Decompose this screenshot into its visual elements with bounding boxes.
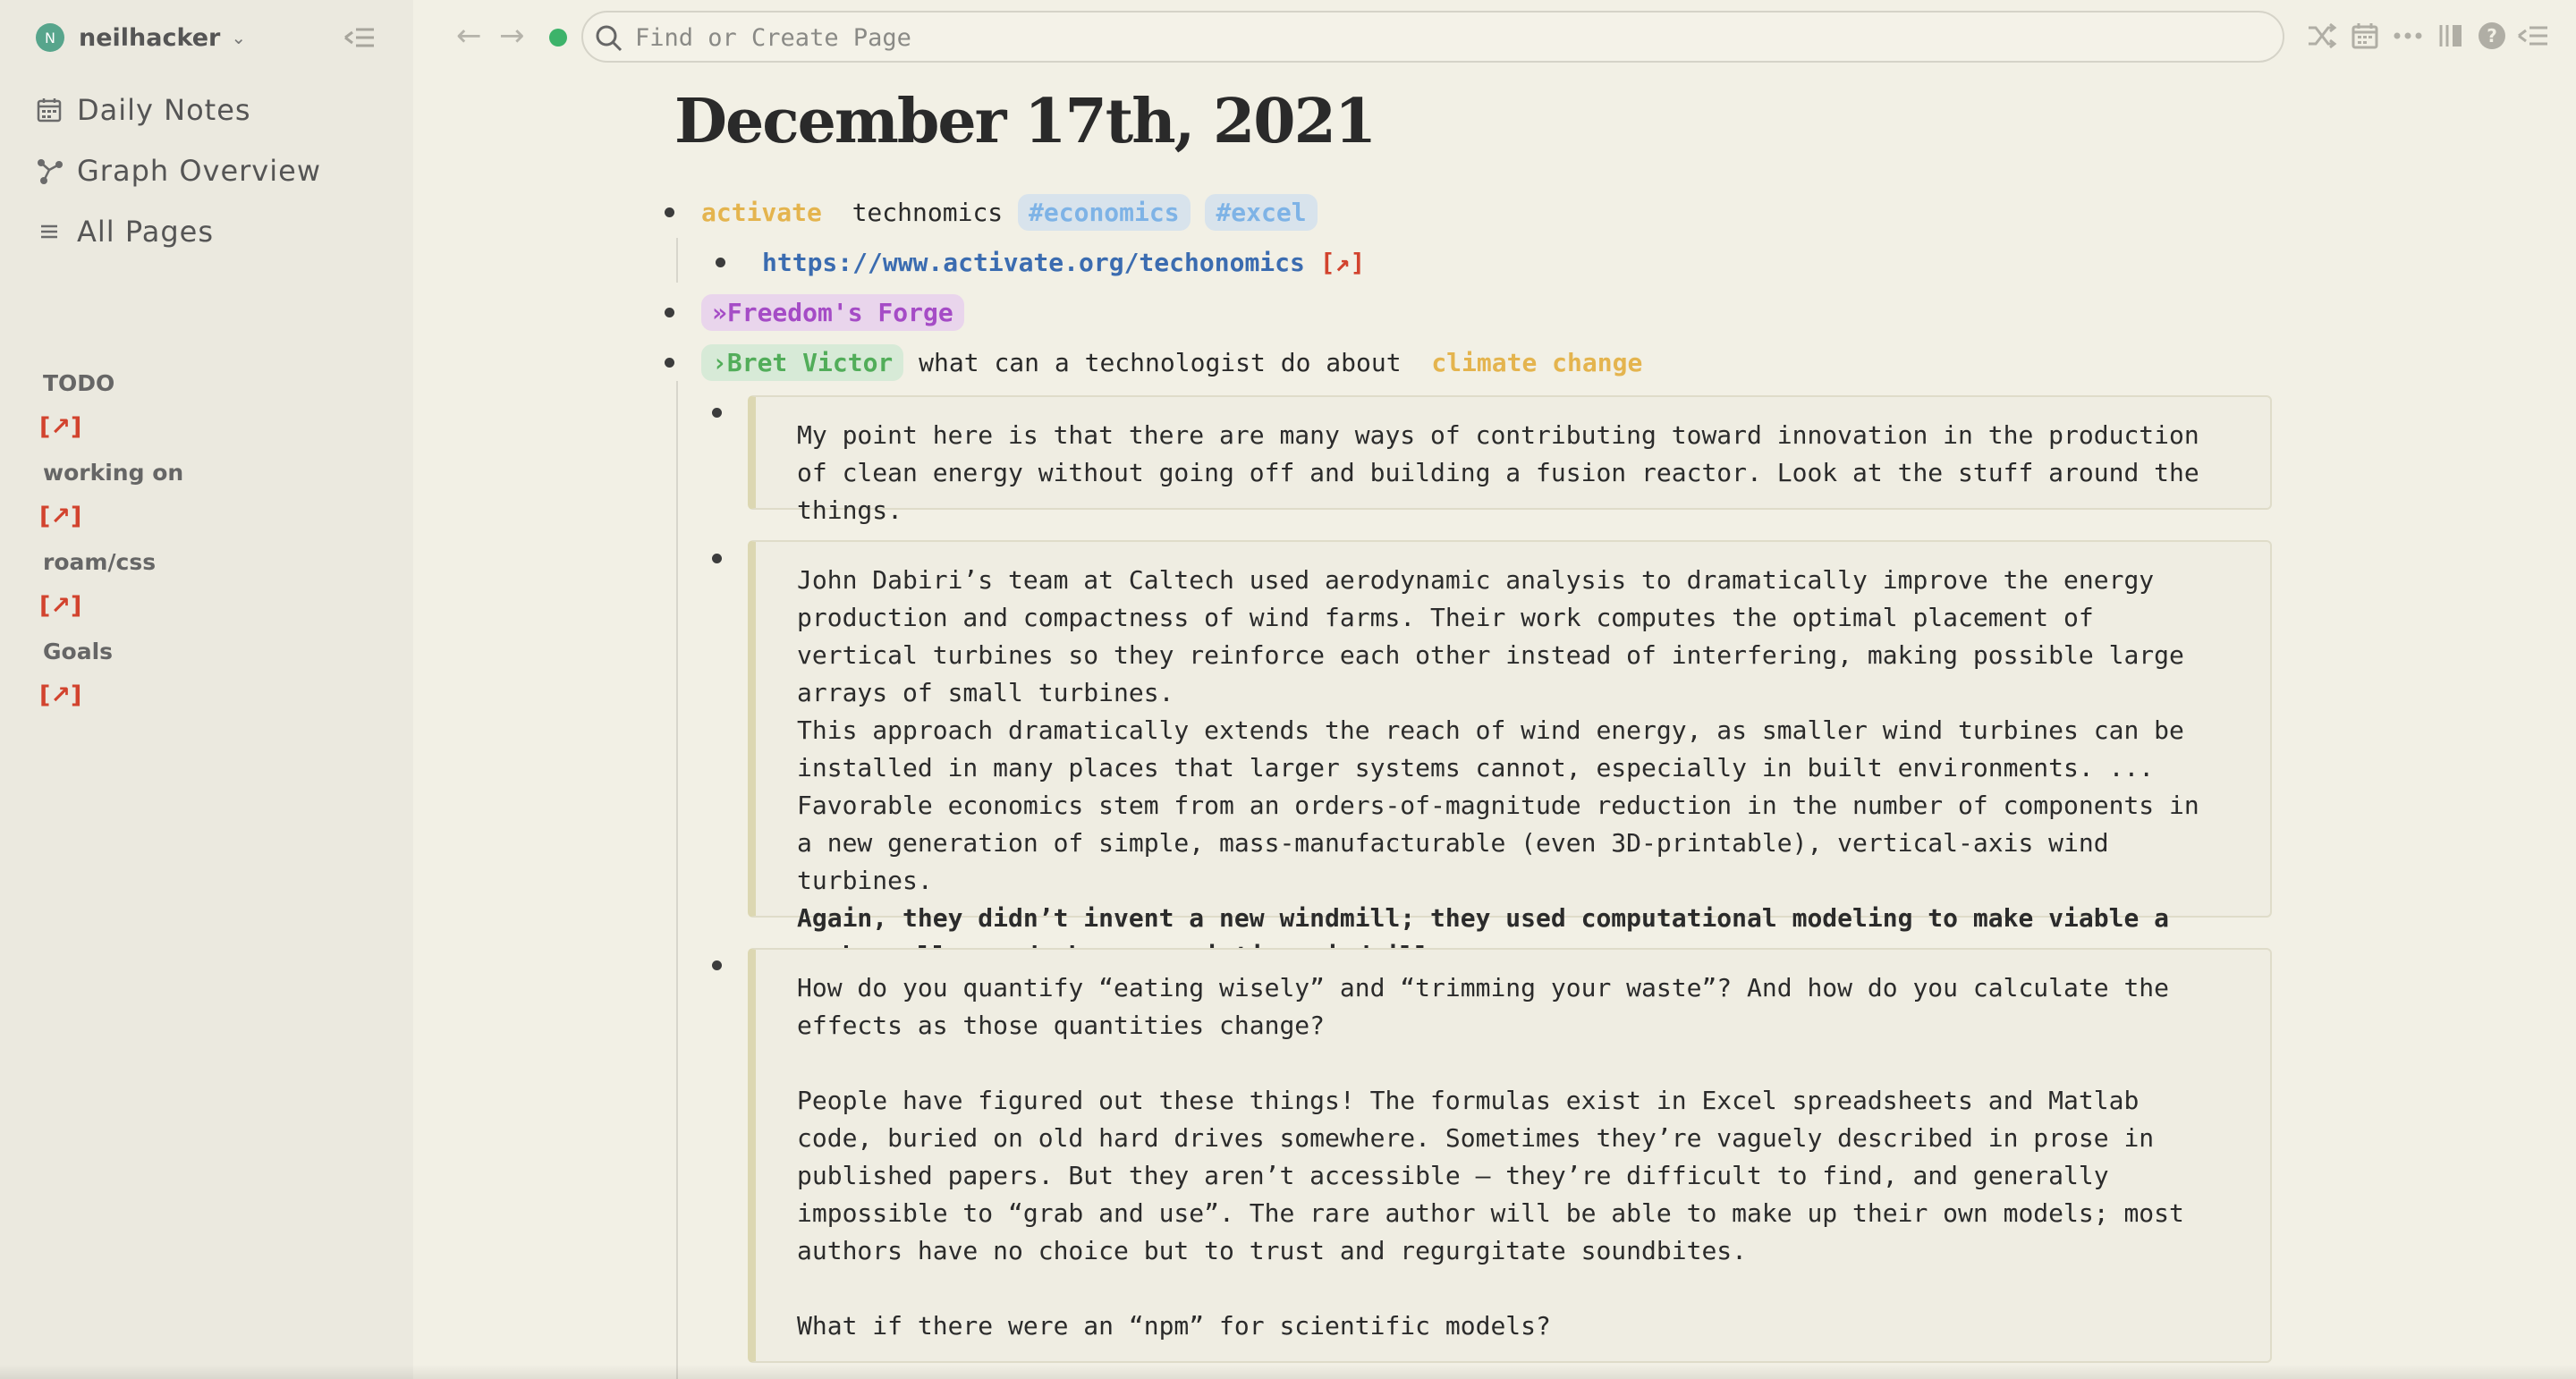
sidebar-item-label: Graph Overview <box>77 154 321 188</box>
shortcut-todo[interactable]: TODO <box>43 370 114 396</box>
tag-excel[interactable]: #excel <box>1205 194 1318 231</box>
shuffle-icon[interactable] <box>2306 20 2338 52</box>
external-url-link[interactable]: https://www.activate.org/techonomics <box>762 248 1305 277</box>
block-bullet[interactable] <box>665 308 674 317</box>
more-options-icon[interactable] <box>2392 20 2424 52</box>
block-1-child[interactable]: https://www.activate.org/techonomics [↗] <box>762 245 1365 281</box>
help-icon[interactable]: ? <box>2476 20 2508 52</box>
toggle-right-sidebar-icon[interactable] <box>2517 20 2549 52</box>
tag-economics[interactable]: #economics <box>1018 194 1191 231</box>
sidebar-item-daily-notes[interactable]: Daily Notes <box>36 89 251 131</box>
forward-arrow-icon[interactable]: → <box>499 18 525 54</box>
quote-text: What if there were an “npm” for scientif… <box>797 1311 1551 1341</box>
calendar-icon <box>36 97 63 123</box>
calendar-icon[interactable] <box>2349 20 2381 52</box>
shortcut-goals-link[interactable]: [↗] <box>39 681 81 709</box>
block-text: technomics <box>852 198 1004 227</box>
shortcut-roam-css-link[interactable]: [↗] <box>39 592 81 620</box>
block-bullet[interactable] <box>712 554 722 563</box>
blockquote-1[interactable]: My point here is that there are many way… <box>748 395 2272 525</box>
shortcut-goals[interactable]: Goals <box>43 639 113 664</box>
block-bullet[interactable] <box>665 207 674 217</box>
block-1[interactable]: activate technomics #economics #excel <box>701 194 1318 231</box>
tag-climate-change[interactable]: climate change <box>1431 348 1642 377</box>
sidebar-item-label: All Pages <box>77 215 214 249</box>
sidebar-item-all-pages[interactable]: All Pages <box>36 211 214 252</box>
sync-status-dot <box>549 29 567 47</box>
sidebar-item-label: Daily Notes <box>77 93 251 127</box>
page-title[interactable]: December 17th, 2021 <box>674 86 1377 157</box>
window-bottom-edge <box>0 1365 2576 1379</box>
quote-text: People have figured out these things! Th… <box>797 1086 2184 1265</box>
quote-text: This approach dramatically extends the r… <box>797 715 2199 895</box>
shortcut-roam-css[interactable]: roam/css <box>43 549 156 575</box>
block-text: what can a technologist do about <box>919 348 1402 377</box>
tag-activate[interactable]: activate <box>701 198 822 227</box>
search-bar[interactable] <box>581 11 2284 63</box>
search-input[interactable] <box>633 13 2247 63</box>
block-thread-line <box>676 238 678 283</box>
graph-switcher[interactable]: N neilhacker ⌄ <box>36 20 246 55</box>
chevron-down-icon: ⌄ <box>231 27 247 48</box>
block-2[interactable]: »Freedom's Forge <box>701 294 964 331</box>
shortcut-working-on-link[interactable]: [↗] <box>39 503 81 530</box>
block-bullet[interactable] <box>712 408 722 418</box>
collapse-sidebar-icon[interactable] <box>342 21 377 54</box>
block-bullet[interactable] <box>716 258 725 267</box>
shortcut-todo-link[interactable]: [↗] <box>39 413 81 441</box>
page-ref-freedoms-forge[interactable]: »Freedom's Forge <box>701 294 964 331</box>
blockquote-2[interactable]: John Dabiri’s team at Caltech used aerod… <box>748 540 2272 970</box>
block-bullet[interactable] <box>665 358 674 368</box>
search-icon <box>594 23 624 54</box>
shortcut-working-on[interactable]: working on <box>43 460 183 486</box>
blockquote-3[interactable]: How do you quantify “eating wisely” and … <box>748 948 2272 1363</box>
graph-name: neilhacker <box>79 23 221 52</box>
list-icon <box>36 218 63 245</box>
quote-text: John Dabiri’s team at Caltech used aerod… <box>797 565 2184 707</box>
svg-text:?: ? <box>2487 25 2497 47</box>
back-arrow-icon[interactable]: ← <box>456 18 482 54</box>
quote-text: My point here is that there are many way… <box>797 420 2199 525</box>
left-sidebar: N neilhacker ⌄ Daily Notes Graph Overvie… <box>0 0 413 1379</box>
page-ref-bret-victor[interactable]: ›Bret Victor <box>701 344 904 381</box>
right-sidebar-icon[interactable] <box>2435 20 2467 52</box>
sidebar-item-graph-overview[interactable]: Graph Overview <box>36 150 321 191</box>
graph-icon <box>36 157 63 184</box>
block-thread-line <box>676 381 678 1379</box>
external-link-icon[interactable]: [↗] <box>1320 248 1366 277</box>
block-3[interactable]: ›Bret Victor what can a technologist do … <box>701 344 1642 381</box>
graph-avatar: N <box>36 23 64 52</box>
block-bullet[interactable] <box>712 960 722 970</box>
quote-text: How do you quantify “eating wisely” and … <box>797 973 2170 1040</box>
